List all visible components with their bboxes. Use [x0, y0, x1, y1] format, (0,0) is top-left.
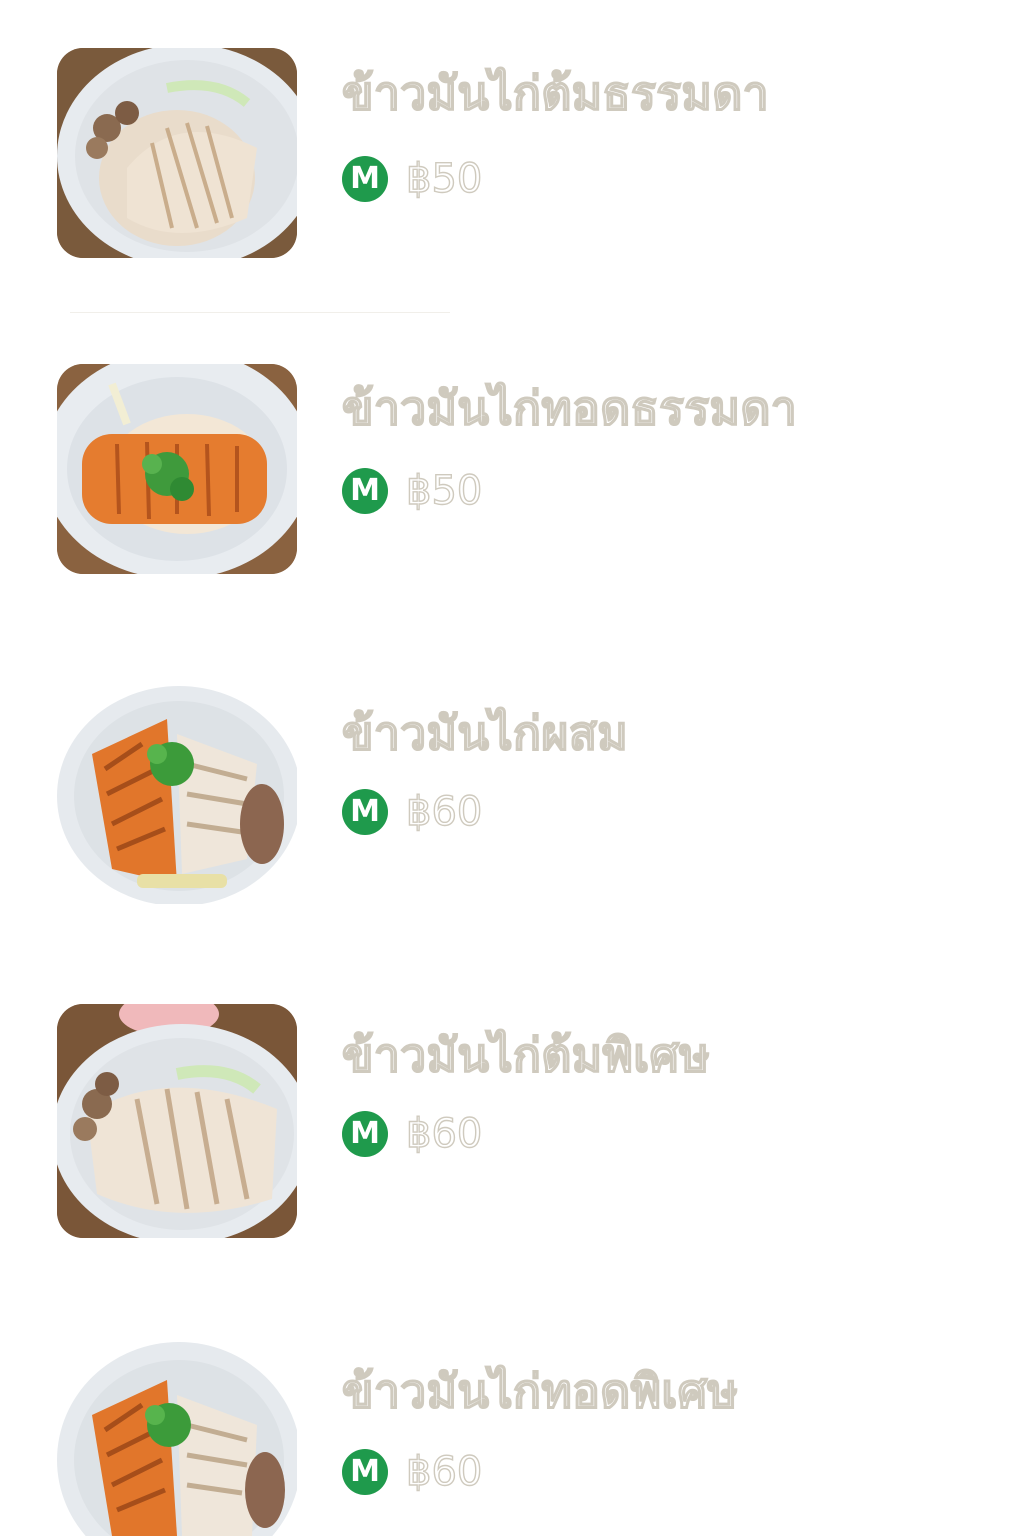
food-image[interactable]	[57, 684, 297, 904]
item-name: ข้าวมันไก่ผสม	[341, 706, 629, 760]
menu-item[interactable]: ข้าวมันไก่ทอดธรรมดา M ฿50	[0, 320, 1024, 640]
m-badge-icon: M	[342, 468, 388, 514]
item-price: ฿60	[405, 1111, 483, 1157]
food-image[interactable]	[57, 48, 297, 258]
menu-list: ข้าวมันไก่ต้มธรรมดา M ฿50 ข้าวมันไก่ทอดธ…	[0, 0, 1024, 1536]
price-row: M ฿50	[342, 155, 483, 203]
price-row: M ฿60	[342, 1110, 483, 1158]
boiled-chicken-rice-photo	[57, 48, 297, 258]
special-fried-chicken-rice-photo	[57, 1340, 297, 1536]
menu-item[interactable]: ข้าวมันไก่ต้มธรรมดา M ฿50	[0, 0, 1024, 320]
m-badge-icon: M	[342, 1111, 388, 1157]
price-row: M ฿60	[342, 788, 483, 836]
item-price: ฿60	[405, 789, 483, 835]
m-badge-icon: M	[342, 156, 388, 202]
item-name: ข้าวมันไก่ต้มธรรมดา	[341, 66, 770, 120]
price-row: M ฿60	[342, 1448, 483, 1496]
divider	[70, 312, 450, 313]
special-boiled-chicken-rice-photo	[57, 1004, 297, 1238]
menu-item[interactable]: ข้าวมันไก่ผสม M ฿60	[0, 640, 1024, 960]
fried-chicken-rice-photo	[57, 364, 297, 574]
price-row: M ฿50	[342, 467, 483, 515]
item-price: ฿50	[405, 468, 483, 514]
food-image[interactable]	[57, 364, 297, 574]
m-badge-icon: M	[342, 789, 388, 835]
menu-item[interactable]: ข้าวมันไก่ทอดพิเศษ M ฿60	[0, 1280, 1024, 1536]
mixed-chicken-rice-photo	[57, 684, 297, 904]
food-image[interactable]	[57, 1004, 297, 1238]
item-name: ข้าวมันไก่ทอดธรรมดา	[341, 381, 798, 435]
item-name: ข้าวมันไก่ต้มพิเศษ	[341, 1028, 711, 1082]
item-price: ฿60	[405, 1449, 483, 1495]
food-image[interactable]	[57, 1340, 297, 1536]
menu-item[interactable]: ข้าวมันไก่ต้มพิเศษ M ฿60	[0, 960, 1024, 1280]
item-price: ฿50	[405, 156, 483, 202]
item-name: ข้าวมันไก่ทอดพิเศษ	[341, 1364, 739, 1418]
m-badge-icon: M	[342, 1449, 388, 1495]
